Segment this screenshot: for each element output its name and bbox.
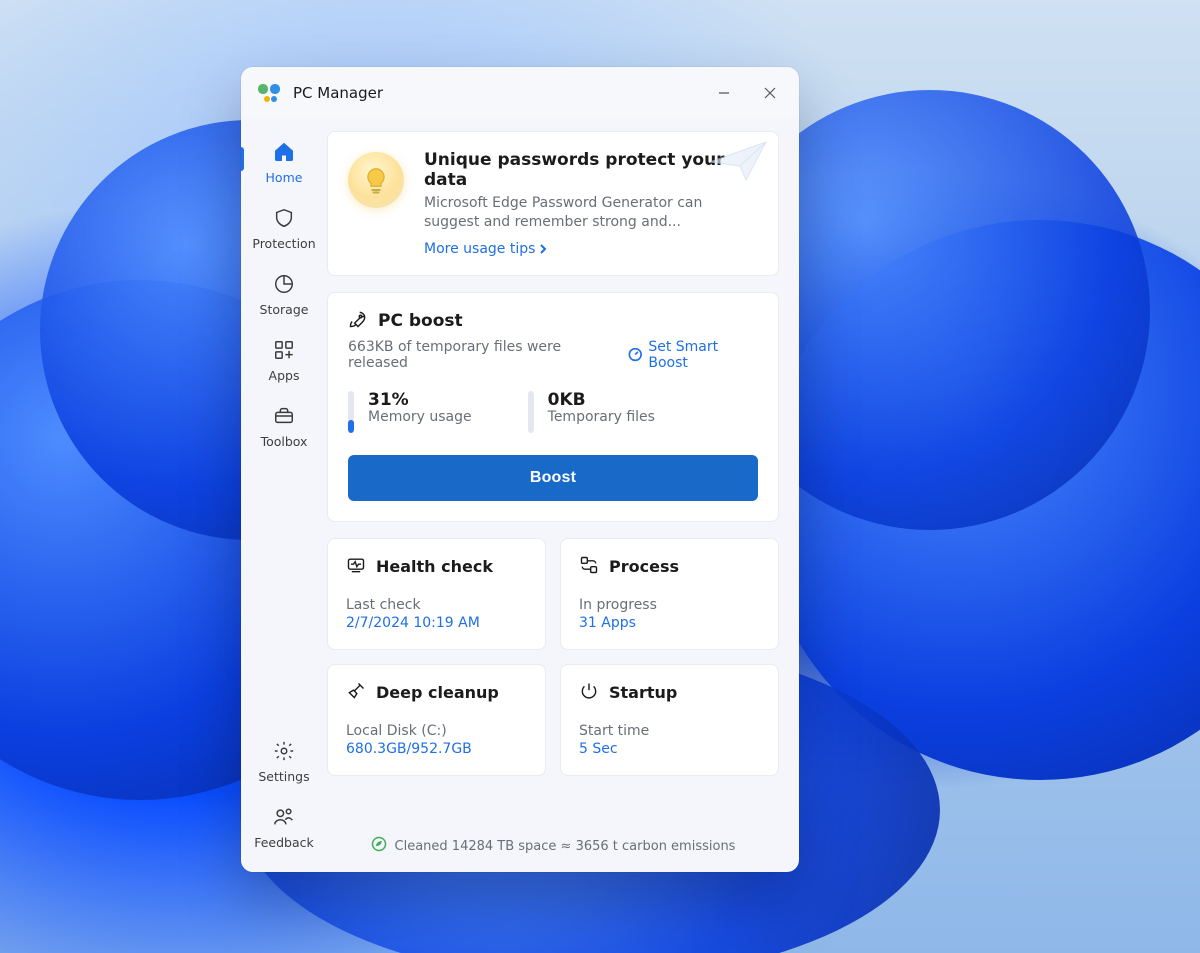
- window-title: PC Manager: [293, 84, 383, 102]
- sidebar-item-label: Storage: [260, 302, 309, 317]
- lightbulb-icon: [348, 152, 404, 208]
- set-smart-boost-link[interactable]: Set Smart Boost: [628, 339, 758, 371]
- temp-value: 0KB: [548, 391, 655, 410]
- heartbeat-icon: [346, 555, 366, 579]
- power-icon: [579, 681, 599, 705]
- paper-plane-icon: [708, 138, 768, 188]
- sidebar-item-home[interactable]: Home: [241, 131, 327, 197]
- pc-manager-window: PC Manager Home: [241, 67, 799, 872]
- sidebar-item-label: Toolbox: [261, 434, 308, 449]
- app-logo-icon: [257, 81, 281, 105]
- memory-usage-metric: 31% Memory usage: [348, 391, 472, 433]
- sidebar-item-protection[interactable]: Protection: [241, 197, 327, 263]
- leaf-globe-icon: [371, 836, 387, 856]
- main-content: Unique passwords protect your data Micro…: [327, 119, 799, 872]
- temp-bar: [528, 391, 534, 433]
- memory-value: 31%: [368, 391, 472, 410]
- tip-description: Microsoft Edge Password Generator can su…: [424, 194, 758, 232]
- close-button[interactable]: [747, 73, 793, 113]
- process-card[interactable]: Process In progress 31 Apps: [560, 538, 779, 650]
- card-title: Process: [609, 557, 679, 576]
- more-tips-link[interactable]: More usage tips: [424, 241, 549, 257]
- sidebar-item-feedback[interactable]: Feedback: [241, 796, 327, 862]
- feedback-icon: [273, 806, 295, 831]
- sidebar-item-label: Apps: [269, 368, 300, 383]
- sidebar-item-label: Protection: [252, 236, 315, 251]
- card-title: Health check: [376, 557, 493, 576]
- gauge-icon: [628, 347, 642, 362]
- sidebar-item-storage[interactable]: Storage: [241, 263, 327, 329]
- sidebar-item-label: Settings: [258, 769, 309, 784]
- temp-files-metric: 0KB Temporary files: [528, 391, 655, 433]
- chevron-right-icon: [537, 243, 549, 255]
- card-value: 31 Apps: [579, 615, 760, 631]
- card-key: Last check: [346, 597, 527, 613]
- card-value: 5 Sec: [579, 741, 760, 757]
- rocket-icon: [348, 309, 368, 333]
- card-value: 680.3GB/952.7GB: [346, 741, 527, 757]
- apps-icon: [273, 339, 295, 364]
- usage-tip-card[interactable]: Unique passwords protect your data Micro…: [327, 131, 779, 276]
- carbon-footer: Cleaned 14284 TB space ≈ 3656 t carbon e…: [327, 822, 779, 872]
- memory-label: Memory usage: [368, 409, 472, 425]
- pc-boost-card: PC boost 663KB of temporary files were r…: [327, 292, 779, 522]
- card-value: 2/7/2024 10:19 AM: [346, 615, 527, 631]
- footer-text: Cleaned 14284 TB space ≈ 3656 t carbon e…: [395, 839, 736, 854]
- boost-button[interactable]: Boost: [348, 455, 758, 501]
- card-title: Startup: [609, 683, 677, 702]
- pc-boost-title: PC boost: [378, 311, 463, 331]
- process-icon: [579, 555, 599, 579]
- card-title: Deep cleanup: [376, 683, 499, 702]
- sidebar: Home Protection Storage: [241, 119, 327, 872]
- sidebar-item-toolbox[interactable]: Toolbox: [241, 395, 327, 461]
- toolbox-icon: [273, 405, 295, 430]
- card-key: In progress: [579, 597, 760, 613]
- sidebar-item-label: Feedback: [254, 835, 314, 850]
- home-icon: [273, 141, 295, 166]
- window-titlebar: PC Manager: [241, 67, 799, 119]
- minimize-button[interactable]: [701, 73, 747, 113]
- sidebar-item-apps[interactable]: Apps: [241, 329, 327, 395]
- boost-status-text: 663KB of temporary files were released: [348, 339, 616, 371]
- pie-chart-icon: [273, 273, 295, 298]
- shield-icon: [273, 207, 295, 232]
- deep-cleanup-card[interactable]: Deep cleanup Local Disk (C:) 680.3GB/952…: [327, 664, 546, 776]
- memory-bar: [348, 391, 354, 433]
- card-key: Start time: [579, 723, 760, 739]
- card-key: Local Disk (C:): [346, 723, 527, 739]
- broom-icon: [346, 681, 366, 705]
- temp-label: Temporary files: [548, 409, 655, 425]
- gear-icon: [273, 740, 295, 765]
- desktop-wallpaper: PC Manager Home: [0, 0, 1200, 953]
- sidebar-item-label: Home: [266, 170, 303, 185]
- health-check-card[interactable]: Health check Last check 2/7/2024 10:19 A…: [327, 538, 546, 650]
- sidebar-item-settings[interactable]: Settings: [241, 730, 327, 796]
- startup-card[interactable]: Startup Start time 5 Sec: [560, 664, 779, 776]
